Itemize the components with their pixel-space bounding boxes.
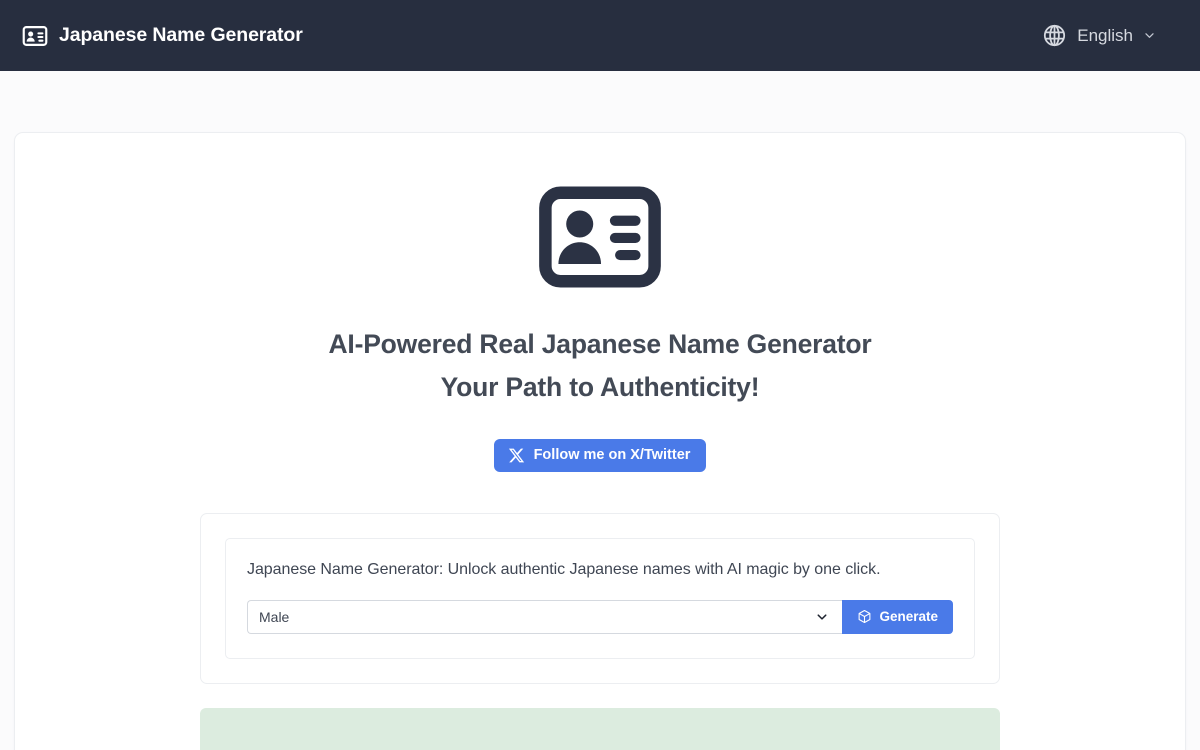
cube-icon <box>857 609 872 624</box>
follow-row: Follow me on X/Twitter <box>39 438 1161 472</box>
id-card-icon <box>536 185 664 289</box>
gender-select[interactable]: Male Female <box>247 599 843 634</box>
site-header: Japanese Name Generator English <box>0 0 1200 71</box>
page-wrapper: AI-Powered Real Japanese Name Generator … <box>0 71 1200 750</box>
page-title: AI-Powered Real Japanese Name Generator … <box>39 323 1161 409</box>
chevron-down-icon <box>1143 29 1156 42</box>
x-twitter-icon <box>508 447 525 464</box>
globe-icon <box>1042 23 1067 48</box>
follow-button-label: Follow me on X/Twitter <box>533 447 691 464</box>
main-content-card: AI-Powered Real Japanese Name Generator … <box>14 132 1186 750</box>
generator-panel: Japanese Name Generator: Unlock authenti… <box>200 512 1000 684</box>
id-card-icon <box>22 23 48 49</box>
page-title-line-2: Your Path to Authenticity! <box>440 371 760 402</box>
generator-controls: Male Female <box>247 599 953 634</box>
generate-button[interactable]: Generate <box>842 599 953 634</box>
language-switcher[interactable]: English <box>1042 23 1178 48</box>
site-title: Japanese Name Generator <box>59 24 303 46</box>
page-title-line-1: AI-Powered Real Japanese Name Generator <box>328 329 872 359</box>
language-label: English <box>1077 25 1133 45</box>
result-success-banner <box>200 707 1000 750</box>
gender-select-wrapper: Male Female <box>247 599 843 634</box>
brand-logo-link[interactable]: Japanese Name Generator <box>22 23 303 49</box>
generator-description: Japanese Name Generator: Unlock authenti… <box>247 560 881 578</box>
hero-icon-container <box>39 185 1161 289</box>
generate-button-label: Generate <box>879 609 938 625</box>
follow-twitter-button[interactable]: Follow me on X/Twitter <box>493 438 707 472</box>
generator-form-card: Japanese Name Generator: Unlock authenti… <box>225 537 975 659</box>
